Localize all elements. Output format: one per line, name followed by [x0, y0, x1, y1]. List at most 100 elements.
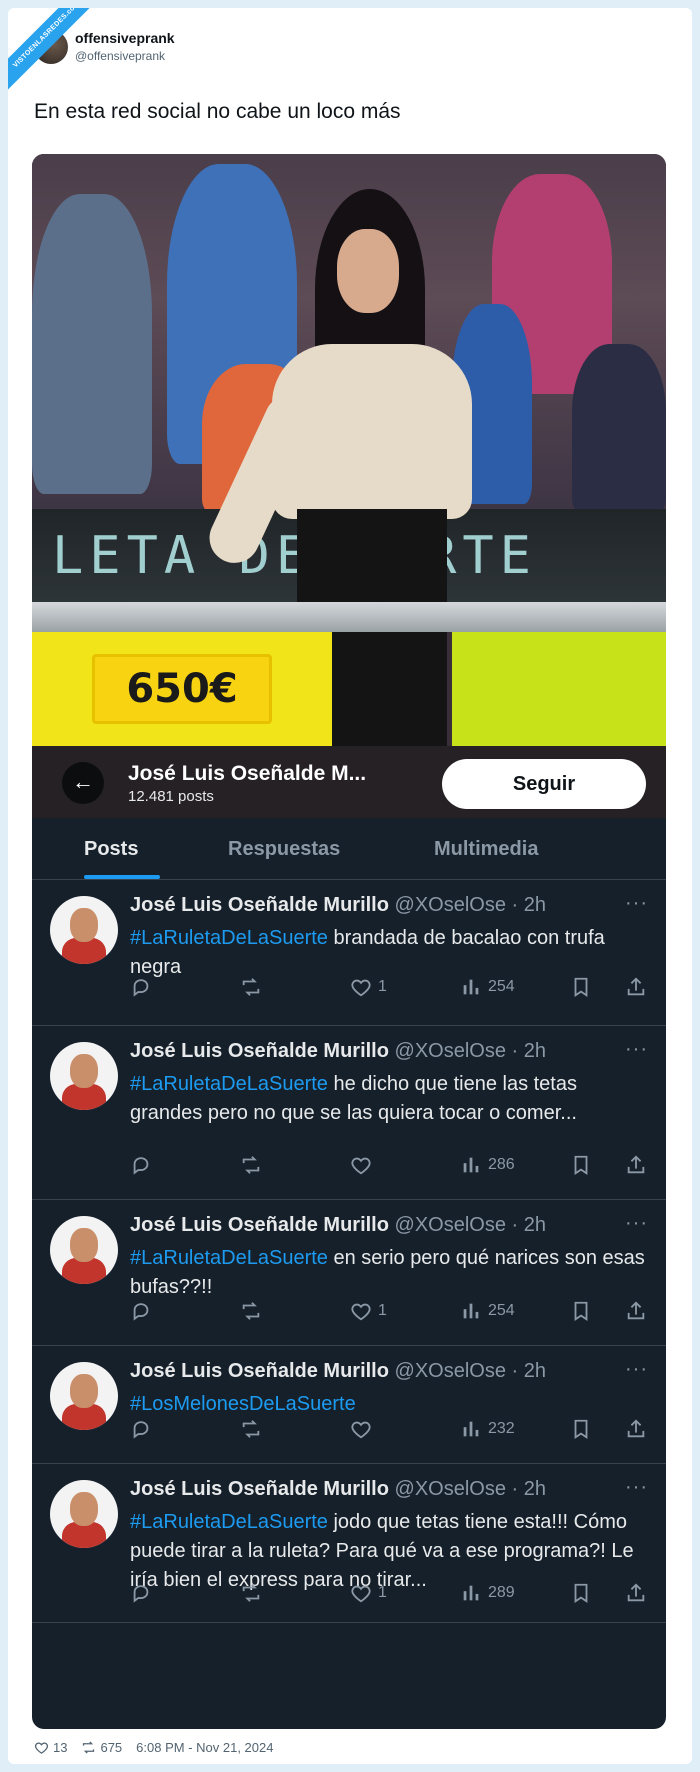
post-author-name[interactable]: José Luis Oseñalde Murillo [130, 1040, 389, 1062]
more-options-icon[interactable]: ··· [625, 1212, 648, 1235]
post-header: José Luis Oseñalde Murillo @XOselOse · 2… [130, 1040, 546, 1063]
retweet-button[interactable] [240, 1418, 262, 1440]
bookmark-button[interactable] [570, 1418, 592, 1440]
follow-button[interactable]: Seguir [442, 759, 646, 809]
post-body: #LosMelonesDeLaSuerte [130, 1390, 650, 1419]
retweet-icon [242, 1302, 260, 1320]
more-options-icon[interactable]: ··· [625, 1476, 648, 1499]
profile-post[interactable]: José Luis Oseñalde Murillo @XOselOse · 2… [32, 1200, 666, 1346]
reply-icon [133, 1157, 149, 1175]
retweet-stat[interactable]: 675 [81, 1740, 122, 1755]
heart-icon [351, 1421, 371, 1439]
post-avatar[interactable] [50, 1480, 118, 1548]
profile-post[interactable]: José Luis Oseñalde Murillo @XOselOse · 2… [32, 880, 666, 1026]
views-button[interactable]: 254 [460, 976, 515, 998]
share-button[interactable] [625, 1300, 647, 1322]
views-icon [463, 1303, 479, 1319]
views-button[interactable]: 286 [460, 1154, 515, 1176]
post-body: #LaRuletaDeLaSuerte he dicho que tiene l… [130, 1070, 650, 1128]
bookmark-button[interactable] [570, 1154, 592, 1176]
share-button[interactable] [625, 976, 647, 998]
post-avatar[interactable] [50, 1042, 118, 1110]
post-avatar[interactable] [50, 1362, 118, 1430]
like-button[interactable] [350, 1418, 378, 1440]
views-button[interactable]: 254 [460, 1300, 515, 1322]
more-options-icon[interactable]: ··· [625, 1038, 648, 1061]
profile-post[interactable]: José Luis Oseñalde Murillo @XOselOse · 2… [32, 1464, 666, 1623]
post-actions: 1 289 [130, 1582, 650, 1610]
post-author-handle[interactable]: @XOselOse · 2h [395, 894, 546, 916]
post-hashtag[interactable]: #LaRuletaDeLaSuerte [130, 927, 328, 949]
retweet-icon [242, 978, 260, 996]
more-options-icon[interactable]: ··· [625, 1358, 648, 1381]
reply-button[interactable] [130, 1418, 152, 1440]
post-author-name[interactable]: José Luis Oseñalde Murillo [130, 1478, 389, 1500]
reply-button[interactable] [130, 1582, 152, 1604]
post-hashtag[interactable]: #LaRuletaDeLaSuerte [130, 1511, 328, 1533]
post-header: José Luis Oseñalde Murillo @XOselOse · 2… [130, 1360, 546, 1383]
post-author-handle[interactable]: @XOselOse · 2h [395, 1360, 546, 1382]
post-author-handle[interactable]: @XOselOse · 2h [395, 1040, 546, 1062]
more-options-icon[interactable]: ··· [625, 892, 648, 915]
retweet-button[interactable] [240, 1582, 262, 1604]
profile-post[interactable]: José Luis Oseñalde Murillo @XOselOse · 2… [32, 1346, 666, 1464]
reply-button[interactable] [130, 1300, 152, 1322]
tab-multimedia[interactable]: Multimedia [434, 838, 538, 861]
post-author-name[interactable]: José Luis Oseñalde Murillo [130, 1214, 389, 1236]
bookmark-button[interactable] [570, 1582, 592, 1604]
post-author-name[interactable]: José Luis Oseñalde Murillo [130, 1360, 389, 1382]
post-actions: 232 [130, 1418, 650, 1446]
retweet-button[interactable] [240, 1154, 262, 1176]
tweet-footer: 13 675 6:08 PM - Nov 21, 2024 [34, 1740, 287, 1755]
like-stat[interactable]: 13 [34, 1740, 67, 1755]
green-panel [452, 632, 666, 746]
views-button[interactable]: 289 [460, 1582, 515, 1604]
post-hashtag[interactable]: #LosMelonesDeLaSuerte [130, 1393, 356, 1415]
retweet-button[interactable] [240, 976, 262, 998]
post-header: José Luis Oseñalde Murillo @XOselOse · 2… [130, 894, 546, 917]
author-name[interactable]: offensiveprank [75, 30, 175, 46]
post-like-count: 1 [378, 1584, 387, 1601]
bookmark-button[interactable] [570, 1300, 592, 1322]
post-author-handle[interactable]: @XOselOse · 2h [395, 1478, 546, 1500]
retweet-icon [242, 1584, 260, 1602]
post-author-name[interactable]: José Luis Oseñalde Murillo [130, 894, 389, 916]
retweet-icon [242, 1420, 260, 1438]
post-avatar[interactable] [50, 1216, 118, 1284]
post-hashtag[interactable]: #LaRuletaDeLaSuerte [130, 1073, 328, 1095]
bookmark-button[interactable] [570, 976, 592, 998]
share-button[interactable] [625, 1582, 647, 1604]
author-handle[interactable]: @offensiveprank [75, 49, 165, 63]
post-hashtag[interactable]: #LaRuletaDeLaSuerte [130, 1247, 328, 1269]
share-button[interactable] [625, 1418, 647, 1440]
tab-posts[interactable]: Posts [84, 838, 138, 861]
post-author-handle[interactable]: @XOselOse · 2h [395, 1214, 546, 1236]
share-icon [627, 1155, 645, 1174]
post-view-count: 254 [488, 978, 515, 995]
bookmark-icon [574, 1419, 588, 1439]
like-button[interactable]: 1 [350, 1300, 387, 1322]
reply-button[interactable] [130, 976, 152, 998]
tv-show-photo: LETA DE L RTE 650€ [32, 154, 666, 746]
views-button[interactable]: 232 [460, 1418, 515, 1440]
like-button[interactable]: 1 [350, 976, 387, 998]
bookmark-icon [574, 977, 588, 997]
tweet-media[interactable]: LETA DE L RTE 650€ ← José Luis Oseñalde … [32, 154, 666, 1729]
views-icon [463, 1585, 479, 1601]
post-body: #LaRuletaDeLaSuerte en serio pero qué na… [130, 1244, 650, 1302]
timestamp: 6:08 PM - Nov 21, 2024 [136, 1740, 274, 1755]
back-arrow-icon[interactable]: ← [62, 762, 104, 804]
share-button[interactable] [625, 1154, 647, 1176]
retweet-button[interactable] [240, 1300, 262, 1322]
like-button[interactable] [350, 1154, 378, 1176]
tab-respuestas[interactable]: Respuestas [228, 838, 340, 861]
post-avatar[interactable] [50, 896, 118, 964]
retweet-icon [83, 1741, 95, 1754]
like-button[interactable]: 1 [350, 1582, 387, 1604]
profile-post[interactable]: José Luis Oseñalde Murillo @XOselOse · 2… [32, 1026, 666, 1200]
heart-icon [351, 1157, 371, 1175]
views-icon [463, 1421, 479, 1437]
reply-icon [133, 1585, 149, 1603]
share-icon [627, 1583, 645, 1602]
reply-button[interactable] [130, 1154, 152, 1176]
